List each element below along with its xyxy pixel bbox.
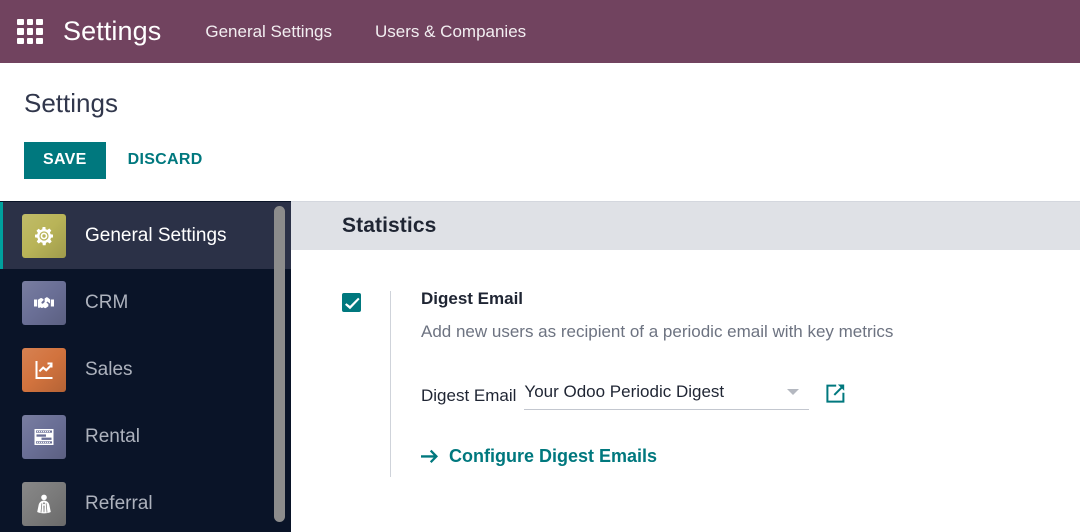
arrow-right-icon <box>421 449 440 464</box>
navmenu-general-settings[interactable]: General Settings <box>205 22 332 42</box>
page-title: Settings <box>24 88 118 118</box>
sidebar-item-label: Rental <box>85 425 140 447</box>
sidebar-scrollbar[interactable] <box>274 206 285 522</box>
body-area: General Settings CRM Sales Rental Referr <box>0 201 1080 532</box>
setting-digest-email: Digest Email Add new users as recipient … <box>291 250 1080 477</box>
action-buttons: SAVE DISCARD <box>24 141 1080 179</box>
sidebar-item-sales[interactable]: Sales <box>0 336 291 403</box>
top-navbar: Settings General Settings Users & Compan… <box>0 0 1080 63</box>
navmenu-users-companies[interactable]: Users & Companies <box>375 22 526 42</box>
section-title: Statistics <box>342 214 437 237</box>
referral-cape-icon <box>22 481 66 526</box>
discard-button[interactable]: DISCARD <box>106 142 217 179</box>
configure-digest-emails-label: Configure Digest Emails <box>449 445 658 466</box>
settings-sidebar: General Settings CRM Sales Rental Referr <box>0 201 291 532</box>
apps-grid-icon[interactable] <box>17 18 43 45</box>
save-button[interactable]: SAVE <box>24 141 106 179</box>
digest-email-select-value: Your Odoo Periodic Digest <box>524 381 725 401</box>
sales-chart-icon <box>22 347 66 392</box>
sidebar-item-label: CRM <box>85 291 129 313</box>
control-panel: Settings SAVE DISCARD <box>0 63 1080 201</box>
digest-email-checkbox[interactable] <box>342 293 361 312</box>
sidebar-item-general-settings[interactable]: General Settings <box>0 202 291 269</box>
sidebar-item-crm[interactable]: CRM <box>0 269 291 336</box>
check-icon <box>345 297 360 310</box>
section-header-statistics: Statistics <box>291 202 1080 250</box>
sidebar-item-label: Sales <box>85 358 133 380</box>
digest-email-field-row: Digest Email Your Odoo Periodic Digest <box>421 382 893 410</box>
chevron-down-icon <box>787 388 800 395</box>
digest-email-field-label: Digest Email <box>421 385 517 405</box>
sidebar-item-label: Referral <box>85 492 153 514</box>
digest-email-label: Digest Email <box>421 289 524 308</box>
sidebar-item-referral[interactable]: Referral <box>0 470 291 532</box>
external-link-icon[interactable] <box>825 383 846 408</box>
app-brand-title: Settings <box>63 16 162 46</box>
digest-email-help-text: Add new users as recipient of a periodic… <box>421 322 894 342</box>
sidebar-item-rental[interactable]: Rental <box>0 403 291 470</box>
digest-email-select[interactable]: Your Odoo Periodic Digest <box>524 381 810 410</box>
sidebar-item-label: General Settings <box>85 224 227 246</box>
gear-icon <box>22 213 66 258</box>
handshake-icon <box>22 280 66 325</box>
configure-digest-emails-link[interactable]: Configure Digest Emails <box>421 446 893 467</box>
rental-gantt-icon <box>22 414 66 459</box>
settings-content: Statistics Digest Email Add new users as… <box>291 201 1080 532</box>
setting-texts: Digest Email Add new users as recipient … <box>391 289 893 467</box>
